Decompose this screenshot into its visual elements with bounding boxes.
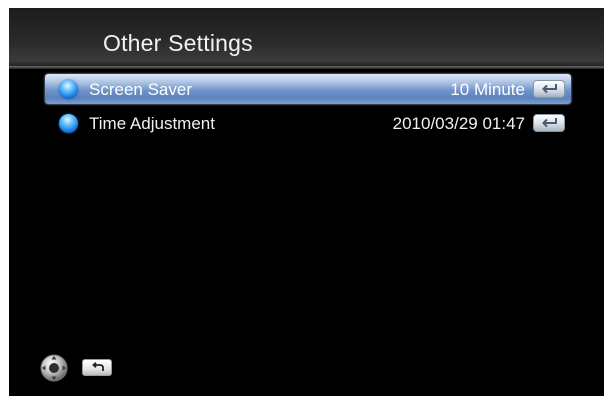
menu-item-screen-saver[interactable]: Screen Saver 10 Minute [45,74,571,104]
enter-icon[interactable] [533,80,565,98]
enter-icon[interactable] [533,114,565,132]
menu-item-time-adjustment[interactable]: Time Adjustment 2010/03/29 01:47 [45,108,571,138]
menu-item-value: 2010/03/29 01:47 [392,114,525,133]
header-divider [9,66,604,69]
header-bar: Other Settings [9,8,604,68]
menu-item-value: 10 Minute [450,80,525,99]
blue-orb-bullet-icon [59,114,78,133]
menu-item-label: Time Adjustment [89,114,215,133]
menu-item-label: Screen Saver [89,80,192,99]
tv-screen: Other Settings Screen Saver 10 Minute Ti… [9,8,604,396]
remote-dpad-icon [40,354,68,382]
page-title: Other Settings [103,30,253,56]
back-return-icon[interactable] [82,359,112,376]
blue-orb-bullet-icon [59,80,78,99]
settings-menu: Screen Saver 10 Minute Time Adjustment 2… [45,74,571,142]
